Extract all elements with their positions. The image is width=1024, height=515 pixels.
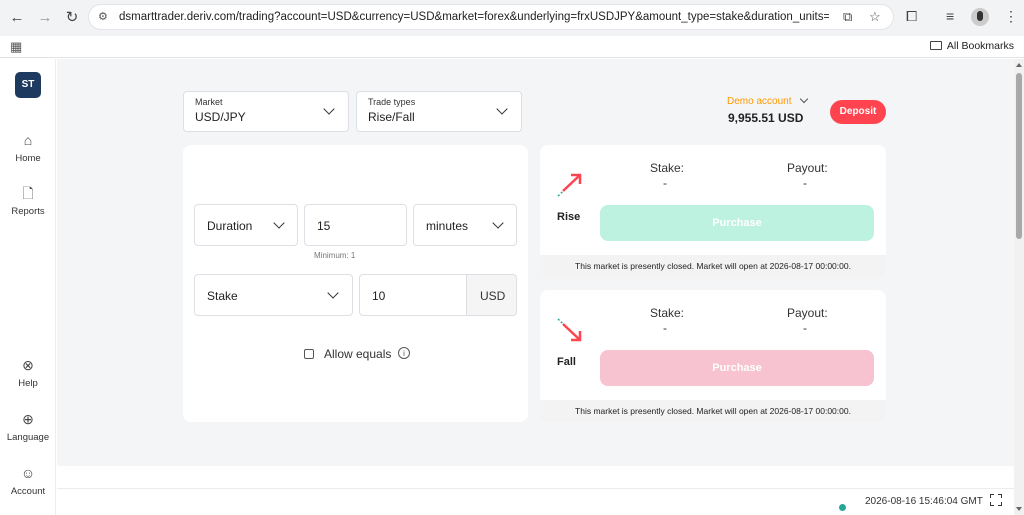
address-bar[interactable]: ⚙ dsmarttrader.deriv.com/trading?account…	[88, 4, 894, 30]
account-switcher[interactable]: Demo account	[727, 96, 791, 107]
extensions-icon[interactable]: ⧠	[906, 8, 917, 25]
market-select[interactable]: Market USD/JPY	[183, 91, 349, 132]
allow-equals-checkbox[interactable]	[304, 349, 314, 359]
market-closed-message: This market is presently closed. Market …	[540, 255, 886, 277]
forward-arrow-icon[interactable]: →	[36, 9, 54, 27]
app-logo[interactable]: ST	[15, 72, 41, 98]
home-icon: ⌂	[23, 132, 33, 148]
stake-amount-input[interactable]: 10	[359, 274, 467, 316]
stake-type-select[interactable]: Stake	[194, 274, 353, 316]
purchase-rise-button[interactable]: Purchase	[600, 205, 874, 241]
trade-type-select[interactable]: Trade types Rise/Fall	[356, 91, 522, 132]
url-text[interactable]: dsmarttrader.deriv.com/trading?account=U…	[119, 11, 829, 23]
reload-icon[interactable]: ↻	[63, 9, 81, 27]
contract-card-rise: Stake: - Payout: - Rise Purchase This ma…	[540, 145, 886, 277]
install-app-icon[interactable]: ⧉	[843, 9, 852, 25]
sidebar-item-help[interactable]: ⊗ Help	[0, 356, 56, 389]
folder-icon	[929, 41, 942, 50]
apps-grid-icon[interactable]: ▦	[10, 39, 22, 55]
duration-type-select[interactable]: Duration	[194, 204, 298, 246]
scrollbar-thumb[interactable]	[1016, 73, 1022, 239]
duration-unit-select[interactable]: minutes	[413, 204, 517, 246]
info-icon[interactable]: i	[398, 347, 410, 359]
deposit-button[interactable]: Deposit	[830, 100, 886, 124]
market-closed-message: This market is presently closed. Market …	[540, 400, 886, 422]
sidebar-item-language[interactable]: ⊕ Language	[0, 410, 56, 443]
back-arrow-icon[interactable]: ←	[8, 9, 26, 27]
sidebar-item-account[interactable]: ☺ Account	[0, 464, 56, 497]
bookmark-star-icon[interactable]: ☆	[869, 9, 881, 25]
site-settings-icon[interactable]: ⚙	[98, 10, 108, 23]
chevron-down-icon[interactable]	[799, 94, 809, 104]
contract-type-rise: Rise	[557, 211, 581, 223]
globe-icon: ⊕	[22, 411, 34, 427]
trading-area: Market USD/JPY Trade types Rise/Fall Dem…	[57, 59, 1014, 466]
scroll-up-arrow-icon[interactable]	[1016, 63, 1022, 67]
rise-arrow-icon	[557, 173, 582, 197]
account-balance: 9,955.51 USD	[728, 111, 804, 125]
duration-input[interactable]: 15	[304, 204, 407, 246]
page-scrollbar[interactable]	[1014, 59, 1024, 515]
document-icon: 🗋	[22, 185, 34, 201]
sidebar-item-home[interactable]: ⌂ Home	[0, 131, 56, 164]
connection-status-indicator	[839, 504, 846, 511]
scroll-down-arrow-icon[interactable]	[1016, 507, 1022, 511]
all-bookmarks-button[interactable]: All Bookmarks	[929, 40, 1014, 52]
trade-form-panel: Duration 15 minutes Minimum: 1 Stake 10 …	[183, 145, 528, 422]
more-menu-icon[interactable]: ⋮	[1004, 8, 1018, 25]
fullscreen-icon[interactable]	[990, 494, 1002, 506]
sidebar-item-reports[interactable]: 🗋 Reports	[0, 184, 56, 217]
chevron-down-icon	[496, 103, 508, 115]
lifebuoy-icon: ⊗	[22, 357, 34, 373]
minimum-note: Minimum: 1	[314, 251, 356, 260]
chevron-down-icon	[492, 217, 504, 229]
user-circle-icon: ☺	[20, 465, 36, 481]
reading-list-icon[interactable]: ≡	[946, 8, 954, 24]
chevron-down-icon	[327, 287, 339, 299]
chevron-down-icon	[323, 103, 335, 115]
browser-toolbar: ← → ↻ ⚙ dsmarttrader.deriv.com/trading?a…	[0, 0, 1024, 36]
profile-avatar[interactable]	[971, 8, 989, 26]
server-time: 2026-08-16 15:46:04 GMT	[865, 496, 983, 507]
purchase-fall-button[interactable]: Purchase	[600, 350, 874, 386]
contract-card-fall: Stake: - Payout: - Fall Purchase This ma…	[540, 290, 886, 422]
fall-arrow-icon	[557, 318, 582, 342]
currency-label: USD	[467, 274, 517, 316]
status-footer: 2026-08-16 15:46:04 GMT	[57, 466, 1014, 515]
bookmarks-bar: ▦ All Bookmarks	[0, 36, 1024, 58]
chevron-down-icon	[273, 217, 285, 229]
contract-type-fall: Fall	[557, 356, 576, 368]
sidebar: ST ⌂ Home 🗋 Reports ⊗ Help ⊕ Language ☺ …	[0, 59, 56, 515]
